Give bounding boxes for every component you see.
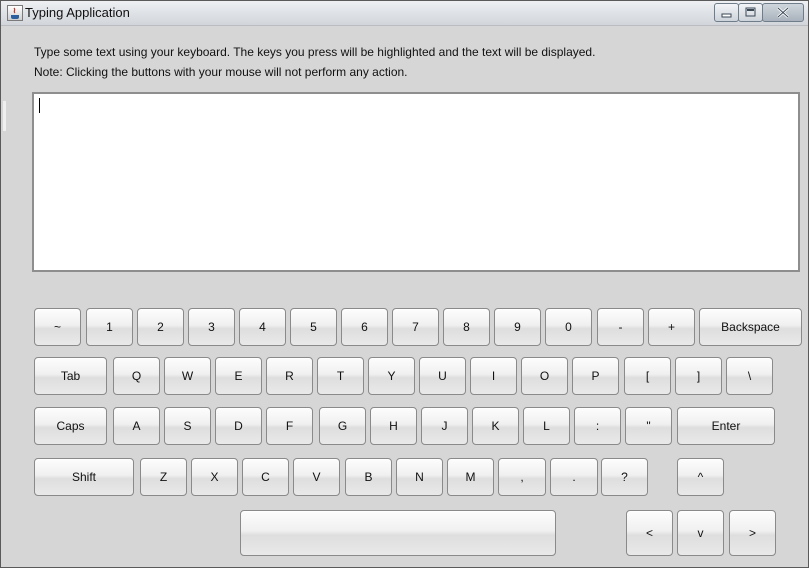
key-right-bracket[interactable]: ]: [675, 357, 722, 395]
key-d[interactable]: D: [215, 407, 262, 445]
key-2[interactable]: 2: [137, 308, 184, 346]
key-shift[interactable]: Shift: [34, 458, 134, 496]
key-g[interactable]: G: [319, 407, 366, 445]
key-n[interactable]: N: [396, 458, 443, 496]
key-arrow-right[interactable]: >: [729, 510, 776, 556]
key-3[interactable]: 3: [188, 308, 235, 346]
key-w[interactable]: W: [164, 357, 211, 395]
key-m[interactable]: M: [447, 458, 494, 496]
key-z[interactable]: Z: [140, 458, 187, 496]
key-t[interactable]: T: [317, 357, 364, 395]
key-o[interactable]: O: [521, 357, 568, 395]
key-minus[interactable]: -: [597, 308, 644, 346]
note-text: Note: Clicking the buttons with your mou…: [34, 65, 408, 79]
window-edge-highlight: [3, 101, 6, 131]
key-i[interactable]: I: [470, 357, 517, 395]
key-y[interactable]: Y: [368, 357, 415, 395]
key-f[interactable]: F: [266, 407, 313, 445]
key-caps[interactable]: Caps: [34, 407, 107, 445]
key-a[interactable]: A: [113, 407, 160, 445]
key-arrow-left[interactable]: <: [626, 510, 673, 556]
minimize-icon[interactable]: [714, 3, 739, 22]
key-arrow-down[interactable]: v: [677, 510, 724, 556]
typing-text-area[interactable]: [32, 92, 800, 272]
key-backslash[interactable]: \: [726, 357, 773, 395]
key-colon[interactable]: :: [574, 407, 621, 445]
key-j[interactable]: J: [421, 407, 468, 445]
key-e[interactable]: E: [215, 357, 262, 395]
key-plus[interactable]: +: [648, 308, 695, 346]
text-caret: [39, 98, 40, 113]
window-title: Typing Application: [25, 5, 130, 20]
key-k[interactable]: K: [472, 407, 519, 445]
key-r[interactable]: R: [266, 357, 313, 395]
key-u[interactable]: U: [419, 357, 466, 395]
key-left-bracket[interactable]: [: [624, 357, 671, 395]
key-tilde[interactable]: ~: [34, 308, 81, 346]
key-l[interactable]: L: [523, 407, 570, 445]
key-b[interactable]: B: [345, 458, 392, 496]
key-comma[interactable]: ,: [498, 458, 546, 496]
key-9[interactable]: 9: [494, 308, 541, 346]
key-8[interactable]: 8: [443, 308, 490, 346]
key-arrow-up[interactable]: ^: [677, 458, 724, 496]
key-x[interactable]: X: [191, 458, 238, 496]
key-1[interactable]: 1: [86, 308, 133, 346]
application-window: Typing Application Type some text using …: [0, 0, 809, 568]
key-s[interactable]: S: [164, 407, 211, 445]
key-space[interactable]: [240, 510, 556, 556]
key-4[interactable]: 4: [239, 308, 286, 346]
key-c[interactable]: C: [242, 458, 289, 496]
maximize-icon[interactable]: [738, 3, 763, 22]
key-h[interactable]: H: [370, 407, 417, 445]
key-tab[interactable]: Tab: [34, 357, 107, 395]
close-icon[interactable]: [762, 3, 804, 22]
key-v[interactable]: V: [293, 458, 340, 496]
instruction-text: Type some text using your keyboard. The …: [34, 45, 596, 59]
key-quote[interactable]: ": [625, 407, 672, 445]
title-bar[interactable]: Typing Application: [1, 1, 808, 26]
java-app-icon[interactable]: [7, 5, 23, 21]
key-p[interactable]: P: [572, 357, 619, 395]
key-q[interactable]: Q: [113, 357, 160, 395]
key-question[interactable]: ?: [601, 458, 648, 496]
key-6[interactable]: 6: [341, 308, 388, 346]
key-period[interactable]: .: [550, 458, 598, 496]
key-enter[interactable]: Enter: [677, 407, 775, 445]
window-controls: [714, 3, 804, 22]
key-7[interactable]: 7: [392, 308, 439, 346]
key-backspace[interactable]: Backspace: [699, 308, 802, 346]
key-0[interactable]: 0: [545, 308, 592, 346]
key-5[interactable]: 5: [290, 308, 337, 346]
